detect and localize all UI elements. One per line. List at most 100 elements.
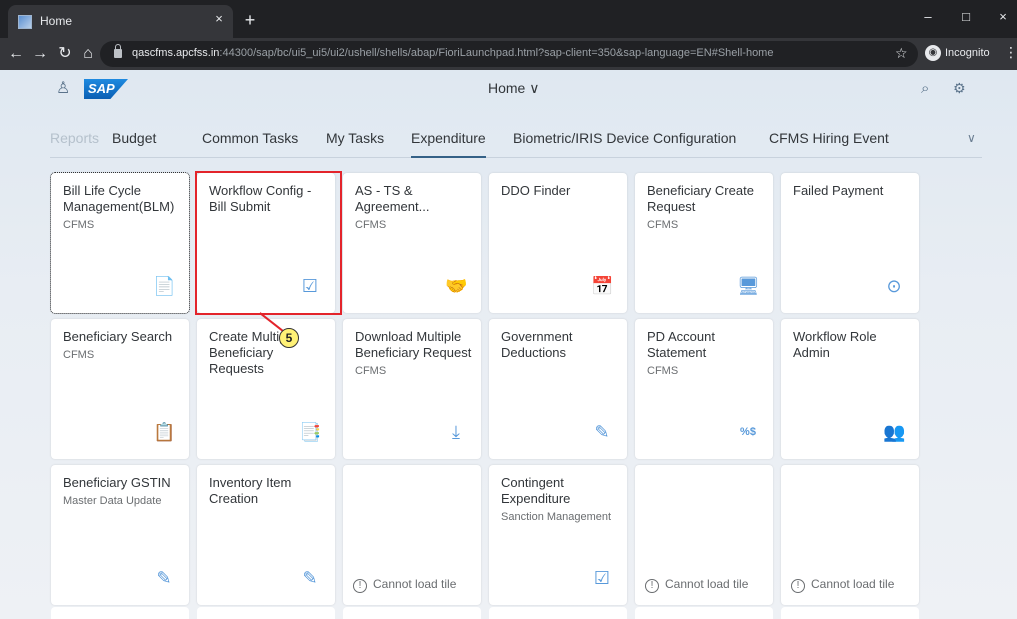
tile-title: Inventory Item Creation	[209, 475, 292, 506]
maximize-button[interactable]: □	[952, 6, 980, 28]
new-tab-button[interactable]: +	[240, 10, 260, 30]
tile-partial[interactable]	[489, 607, 627, 619]
tile-ddo-finder[interactable]: DDO Finder 📅	[489, 173, 627, 313]
person-list-icon: 📑	[299, 422, 322, 442]
tile-title: Create Multiple Beneficiary Requests	[209, 329, 297, 376]
tile-failed-load-3[interactable]: ! Cannot load tile	[781, 465, 919, 605]
monitor-edit-icon: 🖥	[737, 276, 760, 296]
tile-bill-life-cycle[interactable]: Bill Life Cycle Management(BLM) CFMS 📄	[50, 172, 190, 314]
anchor-navigation-bar: Reports Budget Common Tasks My Tasks Exp…	[50, 118, 982, 158]
handshake-icon: 🤝	[445, 276, 468, 296]
tile-title: Download Multiple Beneficiary Request	[355, 329, 472, 360]
reload-icon[interactable]: ↻	[55, 44, 75, 64]
tile-pd-account[interactable]: PD Account Statement CFMS %$	[635, 319, 773, 459]
users-icon: 👥	[883, 422, 906, 442]
download-icon: ⤓	[452, 422, 460, 442]
tile-partial[interactable]	[781, 607, 919, 619]
tile-subtitle: CFMS	[63, 349, 95, 361]
tile-subtitle: CFMS	[63, 219, 95, 231]
anchor-my-tasks[interactable]: My Tasks	[326, 130, 384, 146]
edit-icon: ✎	[302, 568, 318, 588]
address-bar[interactable]: qascfms.apcfss.in:44300/sap/bc/ui5_ui5/u…	[100, 41, 918, 67]
warning-icon: !	[645, 579, 659, 593]
tile-download-multiple[interactable]: Download Multiple Beneficiary Request CF…	[343, 319, 481, 459]
tile-partial[interactable]	[635, 607, 773, 619]
warning-icon: !	[791, 579, 805, 593]
tile-create-multiple[interactable]: Create Multiple Beneficiary Requests 📑	[197, 319, 335, 459]
tile-title: Beneficiary GSTIN	[63, 475, 171, 490]
tile-failed-load-1[interactable]: ! Cannot load tile	[343, 465, 481, 605]
anchor-reports[interactable]: Reports	[50, 130, 99, 146]
tile-beneficiary-gstin[interactable]: Beneficiary GSTIN Master Data Update ✎	[51, 465, 189, 605]
tile-title: AS - TS & Agreement...	[355, 183, 430, 214]
edit-icon: ✎	[594, 422, 610, 442]
tile-title: DDO Finder	[501, 183, 571, 198]
tile-partial[interactable]	[197, 607, 335, 619]
anchor-common-tasks[interactable]: Common Tasks	[202, 130, 298, 146]
tile-subtitle: Sanction Management	[501, 511, 612, 523]
browser-tab-home[interactable]: Home ×	[8, 5, 233, 38]
tile-title: PD Account Statement	[647, 329, 715, 360]
tile-title: Failed Payment	[793, 183, 884, 198]
tile-subtitle: CFMS	[355, 365, 387, 377]
tile-contingent-expenditure[interactable]: Contingent Expenditure Sanction Manageme…	[489, 465, 627, 605]
home-title-menu[interactable]: Home ∨	[488, 80, 539, 97]
clipboard-search-icon: 📋	[153, 422, 176, 442]
browser-menu-icon[interactable]: ⋮	[1004, 44, 1017, 61]
bookmark-star-icon[interactable]: ☆	[895, 45, 908, 62]
sap-logo: SAP	[84, 79, 128, 99]
tile-title: Bill Life Cycle Management(BLM)	[63, 183, 175, 214]
url-text: qascfms.apcfss.in:44300/sap/bc/ui5_ui5/u…	[132, 47, 774, 59]
edit-icon: ✎	[156, 568, 172, 588]
favicon-icon	[18, 15, 32, 29]
percent-currency-icon: %$	[740, 426, 756, 438]
incognito-indicator: ◉ Incognito	[925, 45, 990, 67]
tile-error-message: ! Cannot load tile	[645, 577, 748, 593]
tile-beneficiary-create[interactable]: Beneficiary Create Request CFMS 🖥	[635, 173, 773, 313]
checklist-settings-icon: ☑	[593, 568, 611, 588]
tile-inventory-item[interactable]: Inventory Item Creation ✎	[197, 465, 335, 605]
warning-icon: !	[353, 579, 367, 593]
tile-subtitle: CFMS	[355, 219, 387, 231]
copilot-icon[interactable]: ⚙	[953, 80, 966, 97]
tile-subtitle: Master Data Update	[63, 495, 162, 507]
tile-title: Beneficiary Create Request	[647, 183, 754, 214]
tile-error-message: ! Cannot load tile	[791, 577, 894, 593]
user-icon[interactable]: ♙	[56, 78, 70, 98]
anchor-biometric[interactable]: Biometric/IRIS Device Configuration	[513, 130, 736, 146]
incognito-icon: ◉	[925, 45, 941, 61]
tile-government-deductions[interactable]: Government Deductions ✎	[489, 319, 627, 459]
home-icon[interactable]: ⌂	[78, 44, 98, 64]
tab-close-icon[interactable]: ×	[211, 11, 227, 27]
anchor-expenditure[interactable]: Expenditure	[411, 130, 486, 158]
shell-header: ♙ SAP Home ∨ ⌕ ⚙	[0, 70, 1017, 108]
close-window-button[interactable]: ×	[989, 6, 1017, 28]
tile-as-ts-agreement[interactable]: AS - TS & Agreement... CFMS 🤝	[343, 173, 481, 313]
tile-title: Contingent Expenditure	[501, 475, 571, 506]
tile-title: Beneficiary Search	[63, 329, 173, 344]
search-icon[interactable]: ⌕	[921, 80, 929, 97]
lock-icon	[114, 44, 122, 58]
tile-beneficiary-search[interactable]: Beneficiary Search CFMS 📋	[51, 319, 189, 459]
tile-partial[interactable]	[343, 607, 481, 619]
forward-arrow-icon[interactable]: →	[30, 44, 50, 64]
tile-subtitle: CFMS	[647, 365, 679, 377]
tile-failed-load-2[interactable]: ! Cannot load tile	[635, 465, 773, 605]
tile-partial[interactable]	[51, 607, 189, 619]
browser-toolbar: ← → ↻ ⌂ qascfms.apcfss.in:44300/sap/bc/u…	[0, 38, 1017, 70]
tile-error-message: ! Cannot load tile	[353, 577, 456, 593]
anchor-cfms-hiring[interactable]: CFMS Hiring Event	[769, 130, 889, 146]
minimize-button[interactable]: –	[914, 6, 942, 28]
chevron-down-icon[interactable]: ∨	[967, 131, 976, 145]
payment-status-icon: ⊙	[886, 276, 902, 296]
highlight-annotation	[195, 171, 342, 315]
step-callout-badge: 5	[279, 328, 299, 348]
document-edit-icon: 📄	[153, 276, 176, 296]
back-arrow-icon[interactable]: ←	[6, 44, 26, 64]
tile-title: Workflow Role Admin	[793, 329, 877, 360]
tab-title: Home	[40, 14, 73, 28]
tile-failed-payment[interactable]: Failed Payment ⊙	[781, 173, 919, 313]
anchor-budget[interactable]: Budget	[112, 130, 156, 146]
tile-workflow-role-admin[interactable]: Workflow Role Admin 👥	[781, 319, 919, 459]
browser-tab-bar: Home × + – □ ×	[0, 0, 1017, 38]
